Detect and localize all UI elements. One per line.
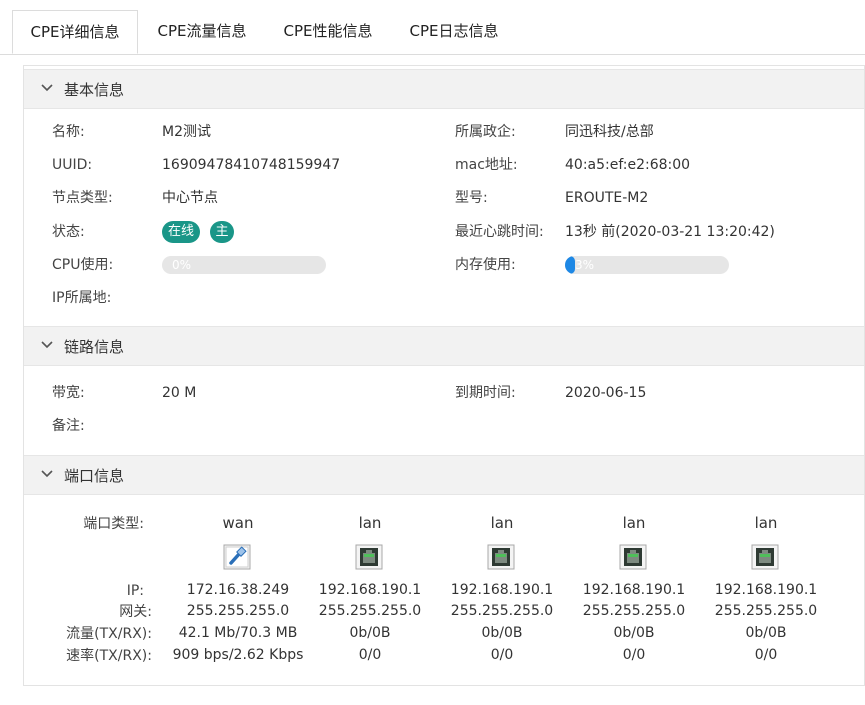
port-type-label: 端口类型:: [83, 516, 144, 532]
wan-port-icon[interactable]: [222, 544, 252, 570]
lan-port-icon[interactable]: [354, 544, 384, 570]
memory-label: 内存使用:: [455, 257, 516, 273]
tab-cpe-log[interactable]: CPE日志信息: [392, 10, 516, 54]
port-rate: 0/0: [754, 647, 778, 663]
port-ip: 192.168.190.1: [582, 582, 686, 598]
remark-label: 备注:: [52, 418, 85, 434]
port-rate-label: 速率(TX/RX):: [66, 648, 152, 664]
mac-label: mac地址:: [455, 157, 518, 173]
port-traffic: 0b/0B: [745, 625, 787, 641]
section-title-link: 链路信息: [64, 338, 125, 356]
port-rate: 909 bps/2.62 Kbps: [172, 647, 304, 663]
port-rate: 0/0: [490, 647, 514, 663]
lan-port-icon[interactable]: [750, 544, 780, 570]
lan-port-icon[interactable]: [486, 544, 516, 570]
port-rate: 0/0: [622, 647, 646, 663]
port-column-lan: lan 192.168.190.1 255.255.255.0 0b/0B 0/…: [436, 513, 568, 673]
memory-progress-bar: 3%: [565, 256, 729, 274]
port-type: wan: [222, 514, 254, 532]
heartbeat-value: 13秒 前(2020-03-21 13:20:42): [565, 224, 775, 240]
chevron-down-icon: [40, 81, 54, 95]
bandwidth-label: 带宽:: [52, 385, 85, 401]
heartbeat-label: 最近心跳时间:: [455, 224, 544, 240]
link-info-header[interactable]: 链路信息: [24, 326, 864, 366]
model-value: EROUTE-M2: [565, 190, 649, 206]
port-traffic: 0b/0B: [349, 625, 391, 641]
port-type: lan: [490, 514, 514, 532]
section-title-ports: 端口信息: [64, 467, 125, 485]
ip-location-label: IP所属地:: [52, 290, 112, 306]
port-rate: 0/0: [358, 647, 382, 663]
status-online-badge: 在线: [162, 221, 200, 243]
detail-panel: 基本信息 名称: M2测试 UUID: 16909478410748159947…: [23, 65, 865, 686]
tab-cpe-performance[interactable]: CPE性能信息: [266, 10, 390, 54]
port-ip: 192.168.190.1: [450, 582, 554, 598]
port-ip-label: IP:: [126, 583, 144, 599]
chevron-down-icon: [40, 338, 54, 352]
port-traffic: 42.1 Mb/70.3 MB: [178, 625, 298, 641]
port-gateway: 255.255.255.0: [450, 603, 554, 619]
cpu-progress-bar: 0%: [162, 256, 326, 274]
port-ip: 192.168.190.1: [714, 582, 818, 598]
name-value: M2测试: [162, 124, 211, 140]
tab-cpe-detail[interactable]: CPE详细信息: [12, 10, 138, 54]
tab-cpe-traffic[interactable]: CPE流量信息: [140, 10, 264, 54]
org-label: 所属政企:: [455, 124, 516, 140]
tab-bar: CPE详细信息 CPE流量信息 CPE性能信息 CPE日志信息: [0, 0, 865, 55]
port-ip: 192.168.190.1: [318, 582, 422, 598]
port-gateway: 255.255.255.0: [318, 603, 422, 619]
org-value: 同迅科技/总部: [565, 124, 654, 140]
port-column-wan: wan 172.16.38.249 255.255.255.0 42.1 Mb/…: [172, 513, 304, 673]
port-traffic: 0b/0B: [481, 625, 523, 641]
status-label: 状态:: [52, 224, 85, 240]
port-column-lan: lan 192.168.190.1 255.255.255.0 0b/0B 0/…: [304, 513, 436, 673]
port-type: lan: [622, 514, 646, 532]
port-gateway: 255.255.255.0: [714, 603, 818, 619]
port-type: lan: [754, 514, 778, 532]
expire-label: 到期时间:: [455, 385, 516, 401]
uuid-value: 16909478410748159947: [162, 157, 341, 173]
basic-info-header[interactable]: 基本信息: [24, 69, 864, 109]
port-type: lan: [358, 514, 382, 532]
section-title-basic: 基本信息: [64, 81, 125, 99]
port-traffic: 0b/0B: [613, 625, 655, 641]
port-traffic-label: 流量(TX/RX):: [66, 626, 152, 642]
cpu-progress-text: 0%: [172, 258, 192, 272]
port-column-lan: lan 192.168.190.1 255.255.255.0 0b/0B 0/…: [700, 513, 832, 673]
node-type-label: 节点类型:: [52, 190, 113, 206]
mac-value: 40:a5:ef:e2:68:00: [565, 157, 691, 173]
status-role-badge: 主: [210, 221, 234, 243]
name-label: 名称:: [52, 124, 85, 140]
model-label: 型号:: [455, 190, 488, 206]
port-gateway: 255.255.255.0: [186, 603, 290, 619]
port-gateway: 255.255.255.0: [582, 603, 686, 619]
node-type-value: 中心节点: [162, 190, 218, 206]
port-column-lan: lan 192.168.190.1 255.255.255.0 0b/0B 0/…: [568, 513, 700, 673]
chevron-down-icon: [40, 467, 54, 481]
port-gateway-label: 网关:: [119, 604, 152, 620]
bandwidth-value: 20 M: [162, 385, 197, 401]
memory-progress-fill: [565, 256, 575, 274]
lan-port-icon[interactable]: [618, 544, 648, 570]
cpu-label: CPU使用:: [52, 257, 114, 273]
memory-progress-text: 3%: [575, 258, 595, 272]
port-info-header[interactable]: 端口信息: [24, 455, 864, 495]
expire-value: 2020-06-15: [565, 385, 647, 401]
port-ip: 172.16.38.249: [186, 582, 290, 598]
uuid-label: UUID:: [52, 157, 93, 173]
